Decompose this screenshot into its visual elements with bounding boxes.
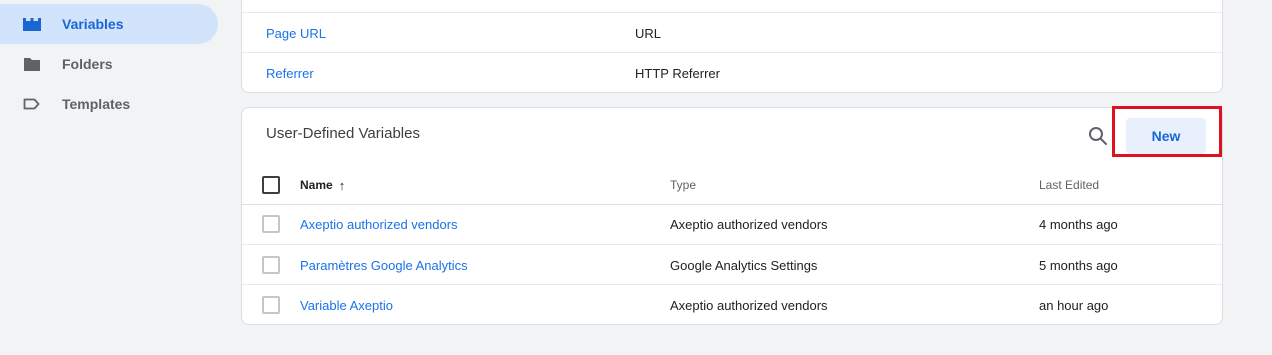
last-edited: 4 months ago — [1039, 216, 1118, 232]
variable-type: HTTP Referrer — [635, 65, 720, 81]
table-row: Variable Axeptio Axeptio authorized vend… — [242, 284, 1222, 324]
variable-name-link[interactable]: Referrer — [266, 53, 314, 93]
sidebar-item-folders[interactable]: Folders — [0, 44, 218, 84]
table-row: Paramètres Google Analytics Google Analy… — [242, 244, 1222, 284]
variable-name-link[interactable]: Page URL — [266, 13, 326, 53]
search-icon[interactable] — [1086, 124, 1110, 148]
new-variable-button[interactable]: New — [1126, 118, 1206, 154]
variable-type: Axeptio authorized vendors — [670, 297, 828, 313]
variable-type: Axeptio authorized vendors — [670, 216, 828, 232]
table-header: Name ↑ Type Last Edited — [242, 165, 1222, 205]
sidebar-item-templates[interactable]: Templates — [0, 84, 218, 124]
table-row: Axeptio authorized vendors Axeptio autho… — [242, 204, 1222, 244]
column-header-name[interactable]: Name ↑ — [300, 165, 345, 205]
row-checkbox[interactable] — [262, 215, 280, 233]
sidebar: Variables Folders Templates — [0, 0, 232, 355]
column-header-last-edited[interactable]: Last Edited — [1039, 165, 1099, 205]
user-defined-variables-card: User-Defined Variables New Name ↑ Type L… — [241, 107, 1223, 325]
column-header-type[interactable]: Type — [670, 165, 696, 205]
table-row: Page URL URL — [242, 12, 1222, 52]
sidebar-item-variables[interactable]: Variables — [0, 4, 218, 44]
variable-name-link[interactable]: Paramètres Google Analytics — [300, 245, 468, 285]
tag-icon — [22, 96, 42, 112]
folder-icon — [22, 56, 42, 72]
table-row: Referrer HTTP Referrer — [242, 52, 1222, 92]
variable-name-link[interactable]: Axeptio authorized vendors — [300, 204, 458, 244]
sidebar-item-label: Templates — [62, 96, 131, 112]
select-all-checkbox[interactable] — [262, 176, 280, 194]
last-edited: 5 months ago — [1039, 257, 1118, 273]
card-title: User-Defined Variables — [266, 125, 420, 142]
sidebar-item-label: Variables — [62, 16, 124, 32]
variables-blocks-icon — [22, 16, 42, 32]
row-checkbox[interactable] — [262, 256, 280, 274]
column-header-name-label: Name — [300, 178, 333, 192]
variable-type: URL — [635, 25, 662, 41]
sidebar-item-label: Folders — [62, 56, 113, 72]
builtin-variables-card: Page URL URL Referrer HTTP Referrer — [241, 0, 1223, 93]
row-checkbox[interactable] — [262, 296, 280, 314]
variable-type: Google Analytics Settings — [670, 257, 818, 273]
last-edited: an hour ago — [1039, 297, 1109, 313]
sort-arrow-icon: ↑ — [338, 177, 346, 193]
variable-name-link[interactable]: Variable Axeptio — [300, 285, 393, 325]
